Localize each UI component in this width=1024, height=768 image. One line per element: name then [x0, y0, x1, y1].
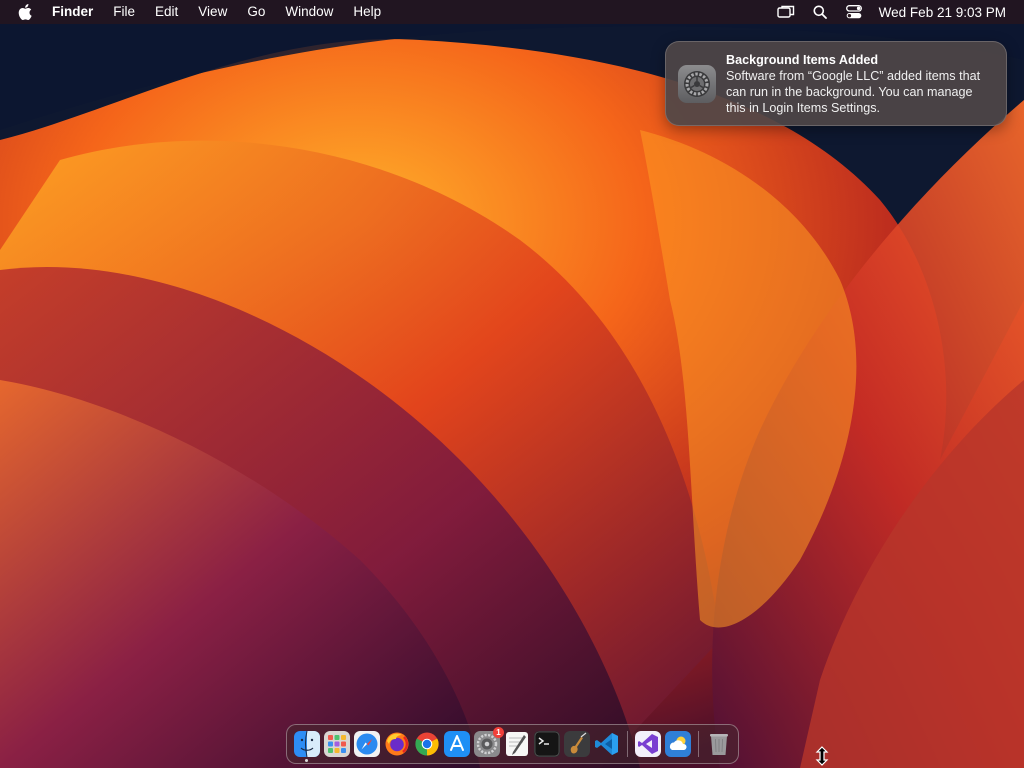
dock-separator: [627, 731, 628, 757]
menu-app-name[interactable]: Finder: [52, 0, 103, 24]
spotlight-search-icon[interactable]: [811, 3, 829, 21]
terminal-icon[interactable]: [534, 731, 560, 757]
notification-body: Software from “Google LLC” added items t…: [726, 69, 981, 115]
menu-file[interactable]: File: [103, 0, 145, 24]
running-indicator: [305, 759, 308, 762]
notification-badge: 1: [493, 727, 504, 738]
notification-banner[interactable]: Background Items Added Software from “Go…: [665, 41, 1007, 126]
trash-icon[interactable]: [706, 731, 732, 757]
menu-edit[interactable]: Edit: [145, 0, 188, 24]
menu-bar: Finder File Edit View Go Window Help Wed…: [0, 0, 1024, 24]
firefox-icon[interactable]: [384, 731, 410, 757]
chrome-icon[interactable]: [414, 731, 440, 757]
apple-logo-icon[interactable]: [18, 3, 34, 21]
finder-icon[interactable]: [294, 731, 320, 762]
menu-help[interactable]: Help: [343, 0, 391, 24]
app-store-icon[interactable]: [444, 731, 470, 757]
dock-separator: [698, 731, 699, 757]
menu-go[interactable]: Go: [237, 0, 275, 24]
dock: 1: [286, 724, 739, 764]
weather-icon[interactable]: [665, 731, 691, 757]
control-center-icon[interactable]: [845, 3, 863, 21]
visual-studio-icon[interactable]: [635, 731, 661, 757]
notification-title: Background Items Added: [726, 53, 879, 67]
resize-vertical-cursor-icon: [815, 746, 829, 766]
instruments-icon[interactable]: [564, 731, 590, 757]
launchpad-icon[interactable]: [324, 731, 350, 757]
menu-bar-clock[interactable]: Wed Feb 21 9:03 PM: [879, 5, 1006, 20]
menu-window[interactable]: Window: [275, 0, 343, 24]
screen-mirroring-icon[interactable]: [776, 3, 795, 21]
textedit-icon[interactable]: [504, 731, 530, 757]
safari-icon[interactable]: [354, 731, 380, 757]
system-settings-gear-icon: [678, 65, 716, 103]
system-settings-icon[interactable]: 1: [474, 727, 504, 757]
menu-view[interactable]: View: [188, 0, 237, 24]
vscode-icon[interactable]: [594, 731, 620, 757]
